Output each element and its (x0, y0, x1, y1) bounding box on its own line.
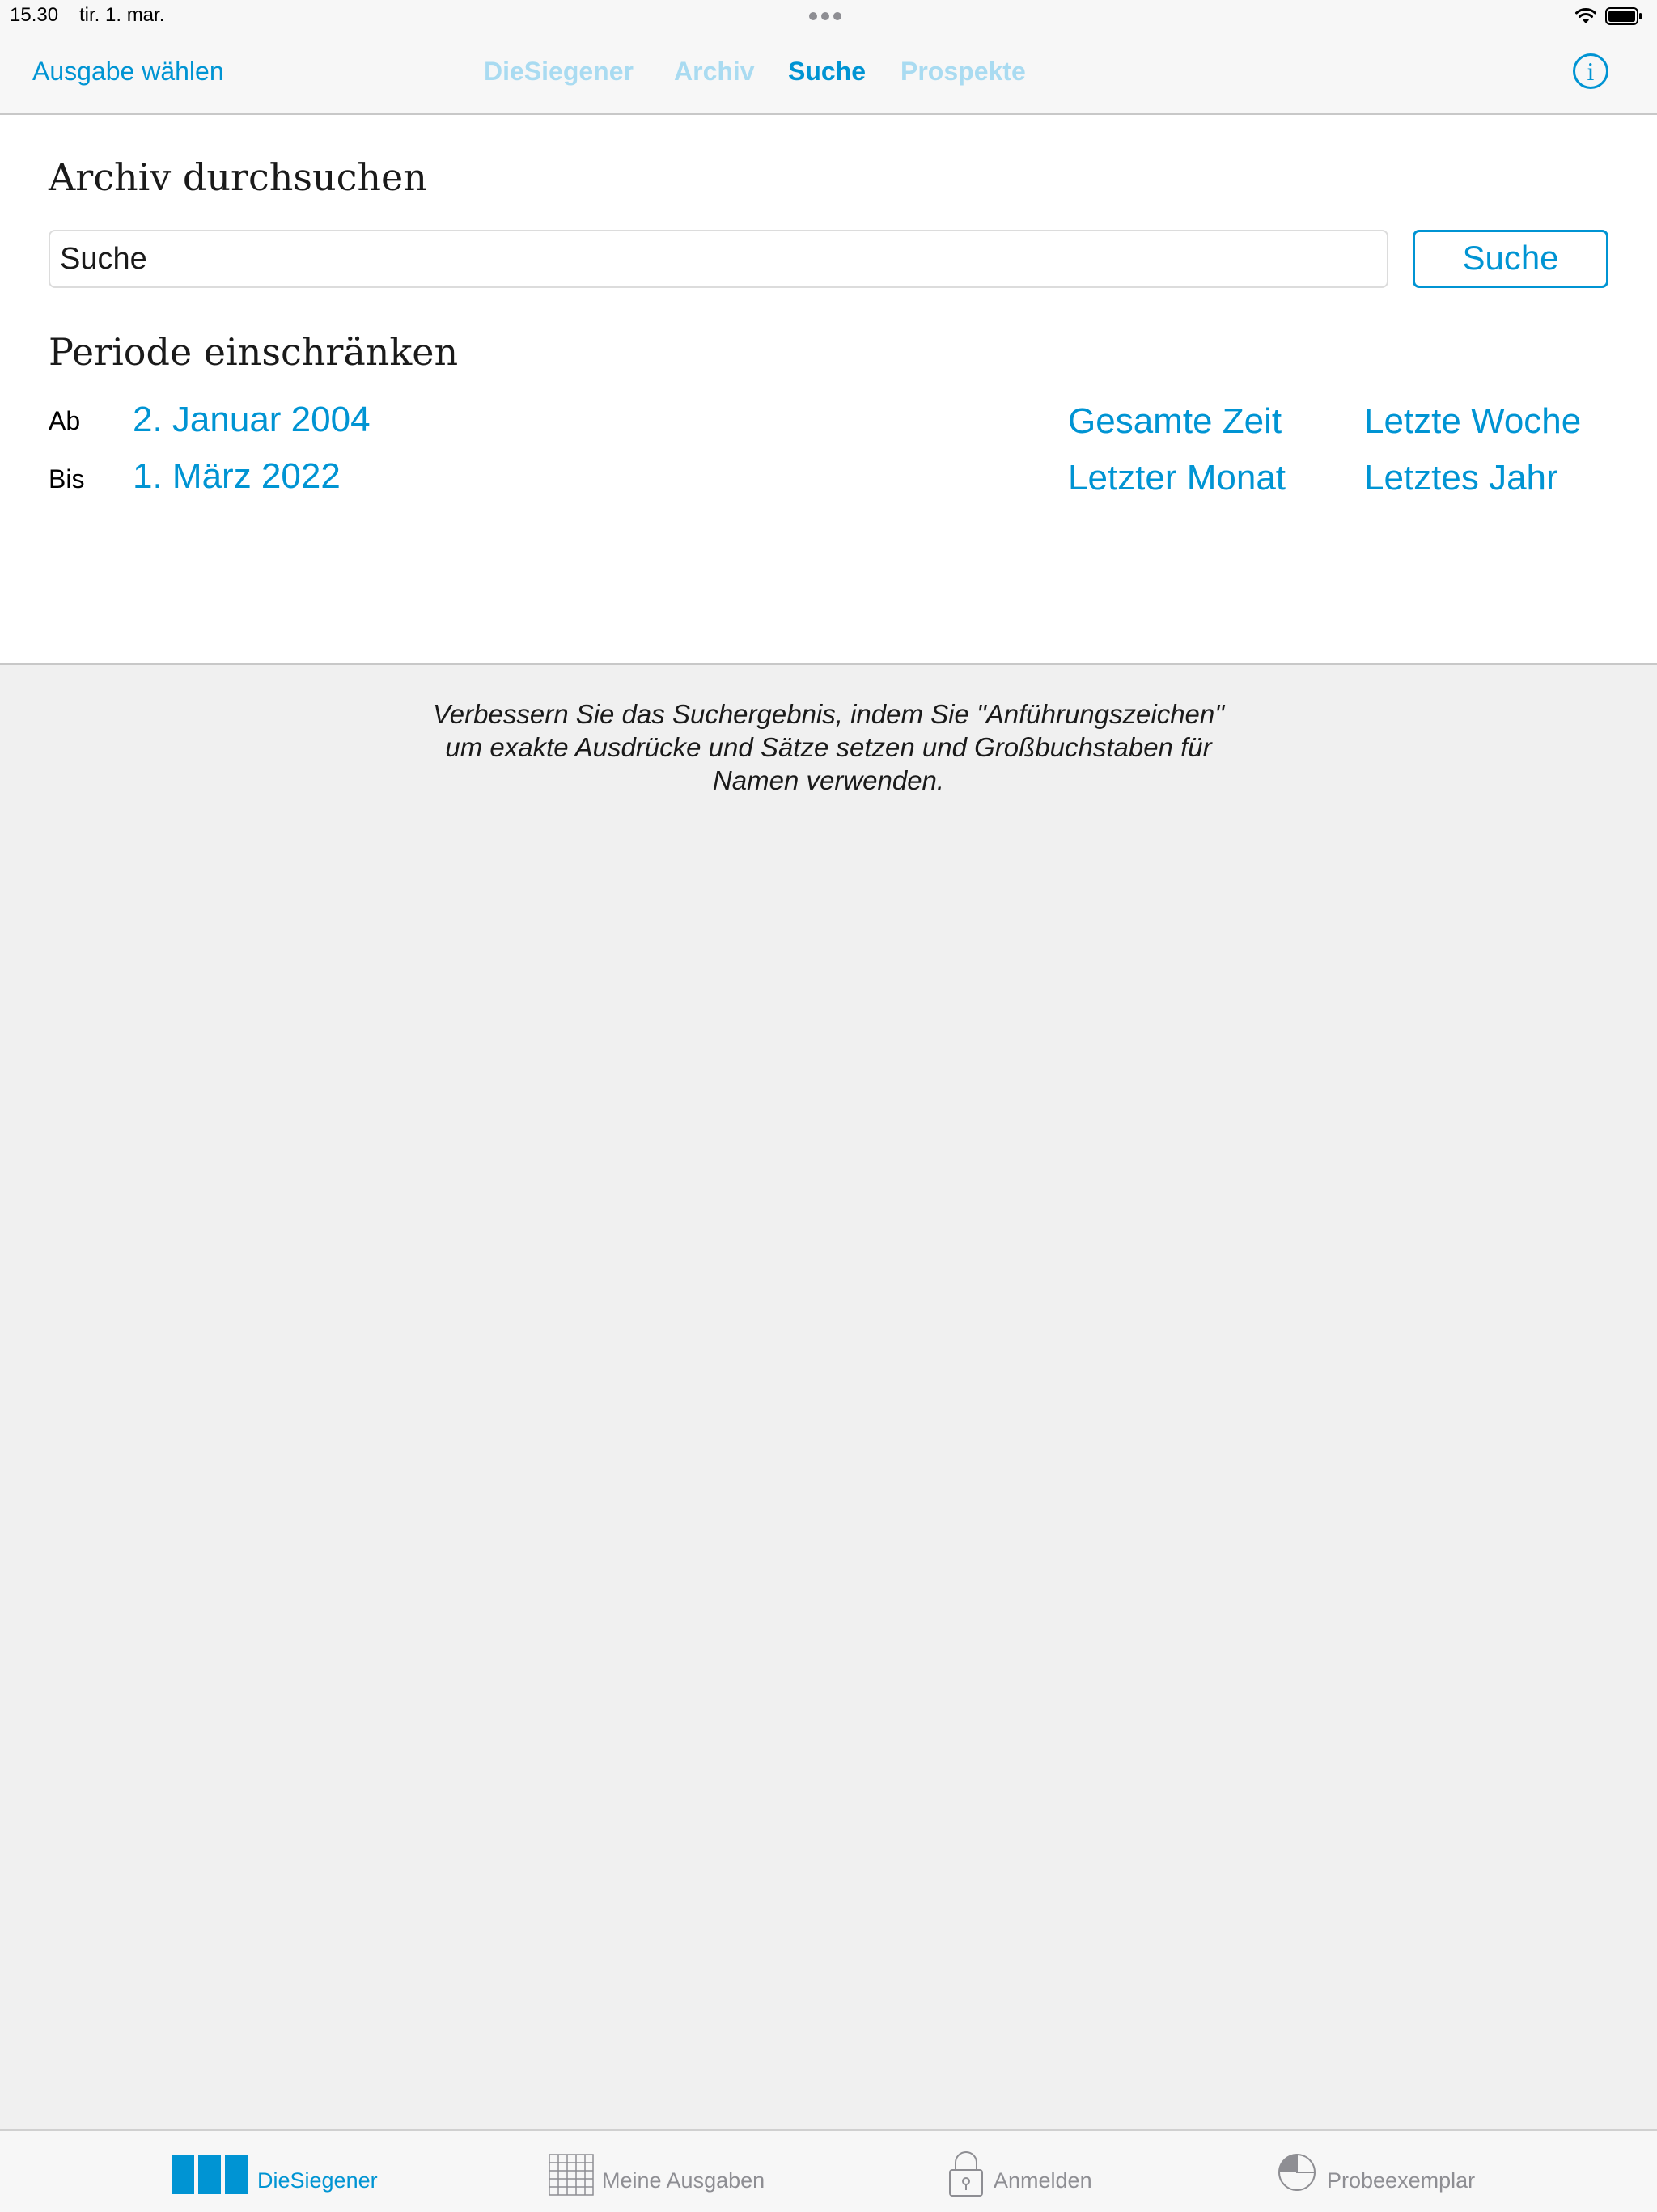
search-input[interactable] (49, 230, 1388, 288)
tab-bar-label: DieSiegener (257, 2168, 378, 2193)
range-last-year-button[interactable]: Letztes Jahr (1364, 458, 1558, 498)
tab-diesiegener[interactable]: DieSiegener (484, 57, 634, 87)
wifi-icon (1575, 8, 1596, 23)
search-hint-line: Verbessern Sie das Suchergebnis, indem S… (433, 699, 1224, 729)
tab-prospekte[interactable]: Prospekte (901, 57, 1026, 87)
from-label: Ab (49, 406, 81, 435)
period-heading: Periode einschränken (49, 330, 459, 374)
tab-bar-item-anmelden[interactable]: Anmelden (947, 2131, 1100, 2212)
search-heading: Archiv durchsuchen (49, 155, 427, 199)
search-hint-line: um exakte Ausdrücke und Sätze setzen und… (445, 732, 1212, 762)
tab-bar-label: Probeexemplar (1327, 2168, 1476, 2193)
to-label: Bis (49, 464, 85, 494)
to-date-button[interactable]: 1. März 2022 (133, 456, 341, 497)
pie-icon (1278, 2154, 1316, 2191)
range-all-time-button[interactable]: Gesamte Zeit (1068, 401, 1282, 442)
lock-icon (949, 2151, 983, 2197)
tab-bar-label: Anmelden (994, 2168, 1092, 2193)
range-last-week-button[interactable]: Letzte Woche (1364, 401, 1581, 442)
info-icon[interactable]: i (1573, 53, 1608, 89)
tab-bar-item-diesiegener[interactable]: DieSiegener (170, 2131, 388, 2212)
tab-suche[interactable]: Suche (788, 57, 866, 87)
choose-edition-button[interactable]: Ausgabe wählen (32, 57, 224, 87)
tab-bar-item-probeexemplar[interactable]: Probeexemplar (1275, 2131, 1485, 2212)
newspaper-pages-icon (172, 2155, 248, 2194)
tab-bar-item-meine-ausgaben[interactable]: Meine Ausgaben (547, 2131, 782, 2212)
search-hint-line: Namen verwenden. (712, 765, 945, 795)
tab-bar-label: Meine Ausgaben (602, 2168, 765, 2193)
battery-icon (1605, 7, 1642, 25)
search-hint: Verbessern Sie das Suchergebnis, indem S… (343, 697, 1314, 797)
status-date: tir. 1. mar. (79, 4, 165, 26)
status-time: 15.30 (10, 4, 59, 26)
search-button[interactable]: Suche (1413, 230, 1608, 288)
tab-archiv[interactable]: Archiv (674, 57, 755, 87)
status-bar: 15.30 tir. 1. mar. (0, 0, 1657, 36)
search-panel: Archiv durchsuchen Suche Periode einschr… (0, 115, 1657, 665)
multitasking-dots-icon[interactable] (809, 10, 848, 21)
range-last-month-button[interactable]: Letzter Monat (1068, 458, 1286, 498)
navigation-bar: Ausgabe wählen DieSiegener Archiv Suche … (0, 36, 1657, 115)
tab-bar: DieSiegener Meine Ausgaben Anmelden Prob… (0, 2129, 1657, 2212)
from-date-button[interactable]: 2. Januar 2004 (133, 400, 371, 440)
grid-icon (549, 2154, 594, 2196)
